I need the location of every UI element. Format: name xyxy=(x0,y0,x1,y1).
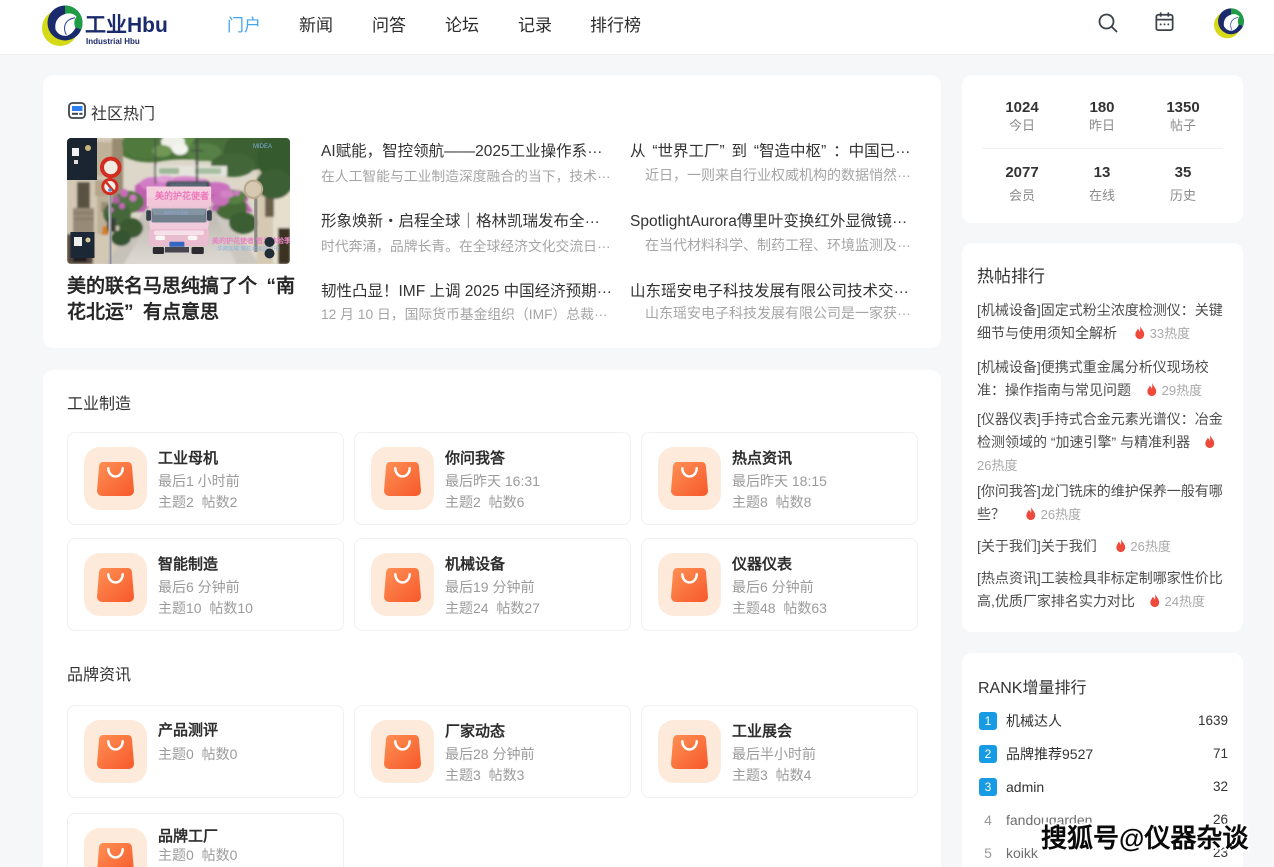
svg-text:工业Hbu: 工业Hbu xyxy=(85,14,168,37)
svg-text:MIDEA: MIDEA xyxy=(253,144,272,150)
svg-text:美的护花使者: 美的护花使者 xyxy=(164,209,188,215)
svg-text:美的护花使者 首发体验季: 美的护花使者 首发体验季 xyxy=(212,236,290,245)
svg-text:美的护花使者: 美的护花使者 xyxy=(155,190,209,201)
svg-text:Industrial Hbu: Industrial Hbu xyxy=(86,37,140,46)
